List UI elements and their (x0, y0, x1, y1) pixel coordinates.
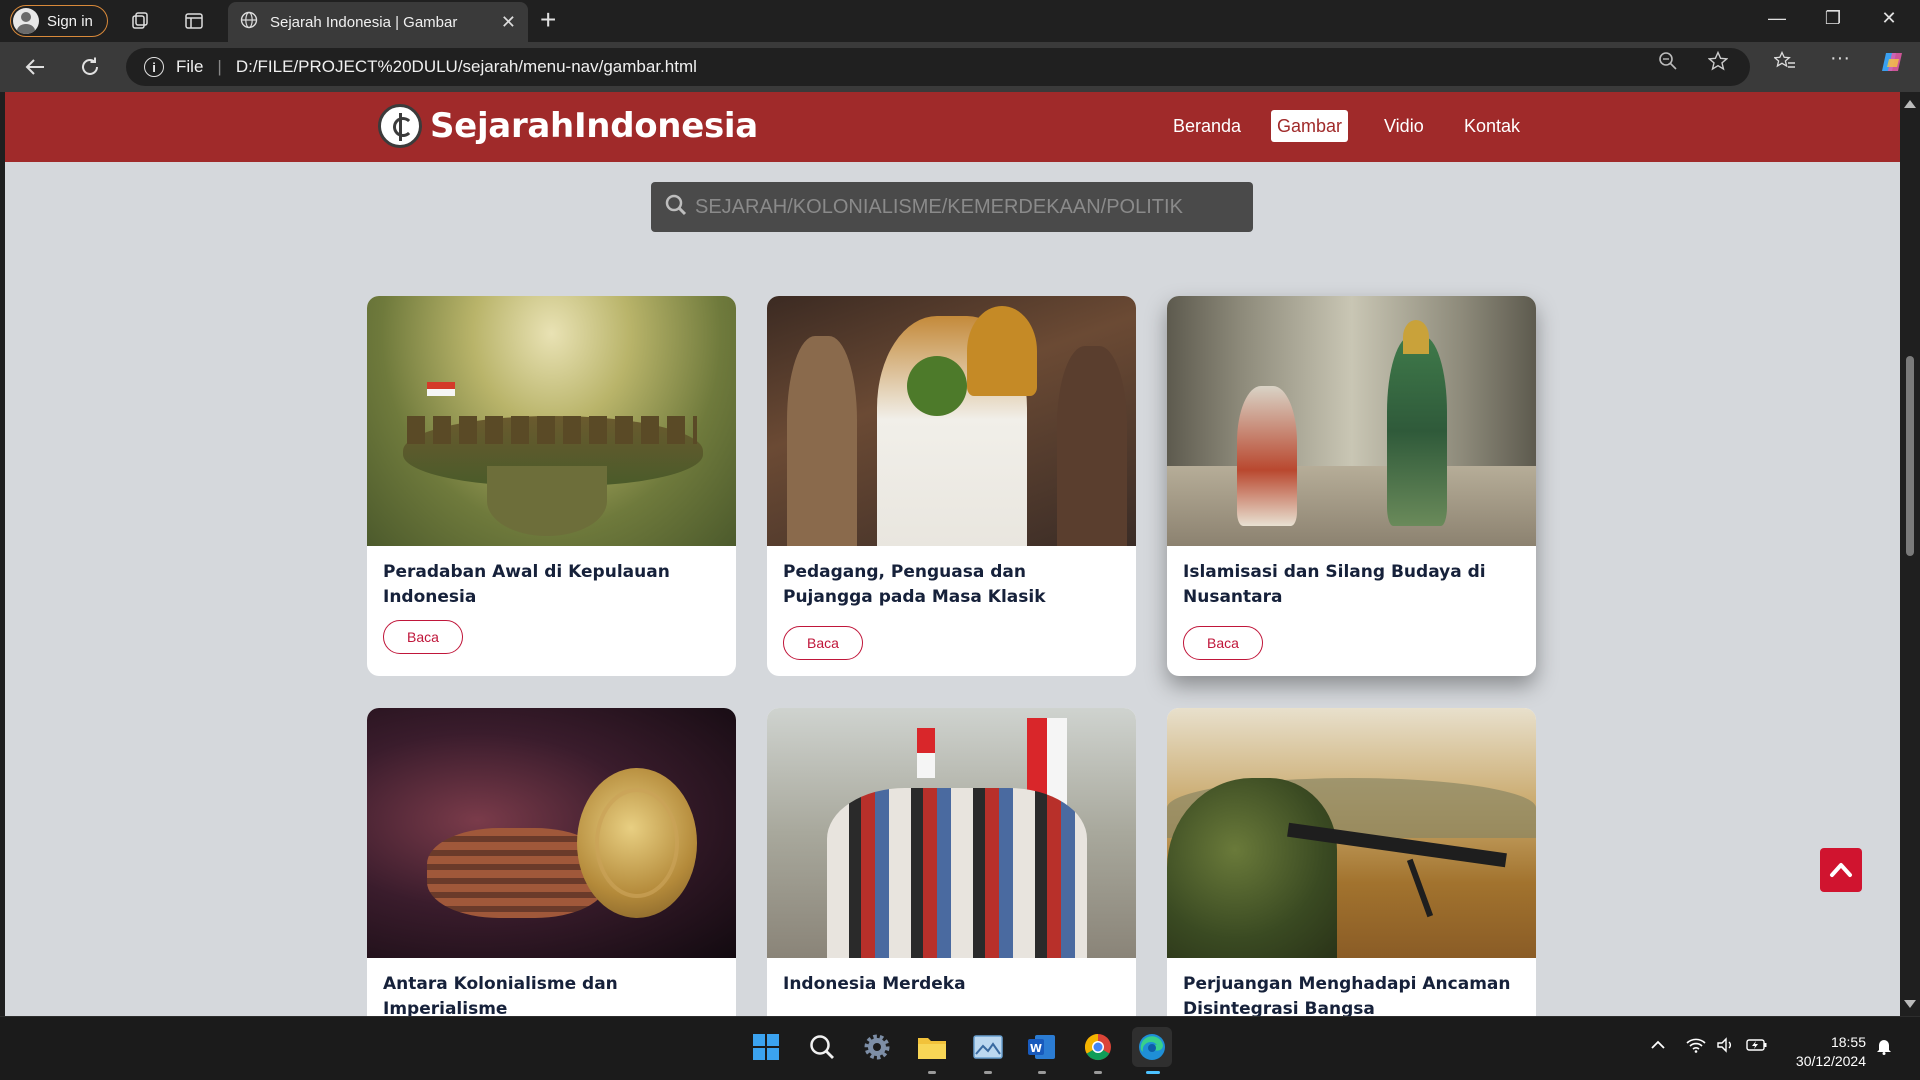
edge-icon[interactable] (1132, 1027, 1172, 1067)
tab-title: Sejarah Indonesia | Gambar (270, 13, 458, 31)
system-clock[interactable]: 18:55 30/12/2024 (1786, 1033, 1866, 1071)
card-image-islamisasi[interactable] (1167, 296, 1536, 546)
search-input[interactable] (695, 195, 1253, 219)
taskbar-search-icon[interactable] (802, 1027, 842, 1067)
site-info-icon[interactable]: i (144, 57, 164, 77)
card-title: Pedagang, Penguasa dan Pujangga pada Mas… (783, 562, 1046, 607)
card-title: Perjuangan Menghadapi Ancaman Disintegra… (1183, 974, 1511, 1016)
nav-beranda[interactable]: Beranda (1167, 110, 1247, 142)
article-card: Islamisasi dan Silang Budaya di Nusantar… (1167, 296, 1536, 676)
page-viewport: SejarahIndonesia Beranda Gambar Vidio Ko… (5, 92, 1900, 1016)
article-card: Peradaban Awal di Kepulauan Indonesia Ba… (367, 296, 736, 676)
nav-kontak[interactable]: Kontak (1458, 110, 1526, 142)
card-title: Antara Kolonialisme dan Imperialisme (383, 974, 618, 1016)
site-navbar: SejarahIndonesia Beranda Gambar Vidio Ko… (5, 92, 1900, 162)
tab-actions-icon[interactable] (182, 9, 206, 33)
notification-bell-icon[interactable] (1876, 1037, 1892, 1058)
read-button[interactable]: Baca (1183, 626, 1263, 660)
restore-icon[interactable]: ❐ (1810, 8, 1856, 29)
browser-tab-bar: Sign in Sejarah Indonesia | Gambar ✕ + —… (0, 0, 1920, 42)
scroll-down-arrow-icon[interactable] (1904, 1000, 1916, 1008)
brand-name: SejarahIndonesia (430, 106, 758, 146)
word-running-indicator (1038, 1071, 1046, 1074)
card-image-kolonialisme[interactable] (367, 708, 736, 958)
read-button[interactable]: Baca (383, 620, 463, 654)
zoom-icon[interactable] (1658, 51, 1678, 71)
address-bar[interactable]: i File | D:/FILE/PROJECT%20DULU/sejarah/… (126, 48, 1750, 86)
article-card: Indonesia Merdeka (767, 708, 1136, 1016)
card-title: Indonesia Merdeka (783, 974, 966, 994)
clock-time: 18:55 (1830, 1034, 1866, 1050)
battery-icon[interactable] (1746, 1037, 1768, 1056)
wifi-icon[interactable] (1686, 1037, 1706, 1056)
clock-date: 30/12/2024 (1795, 1053, 1866, 1069)
file-explorer-icon[interactable] (912, 1027, 952, 1067)
search-icon (665, 194, 687, 221)
address-file-label: File (176, 57, 204, 76)
card-image-perjuangan[interactable] (1167, 708, 1536, 958)
svg-text:W: W (1030, 1042, 1042, 1055)
settings-gear-icon[interactable] (857, 1027, 897, 1067)
card-image-pedagang[interactable] (767, 296, 1136, 546)
word-icon[interactable]: W (1022, 1027, 1062, 1067)
sign-in-button[interactable]: Sign in (10, 5, 108, 37)
nav-gambar[interactable]: Gambar (1271, 110, 1349, 142)
card-title: Peradaban Awal di Kepulauan Indonesia (383, 562, 670, 607)
address-separator: | (217, 57, 222, 76)
globe-icon (240, 11, 258, 33)
photos-running-indicator (984, 1071, 992, 1074)
windows-start-icon[interactable] (746, 1027, 786, 1067)
minimize-icon[interactable]: — (1754, 8, 1800, 29)
refresh-icon[interactable] (77, 54, 103, 80)
close-tab-icon[interactable]: ✕ (501, 12, 516, 33)
favorites-list-icon[interactable] (1773, 50, 1795, 71)
address-bar-row: i File | D:/FILE/PROJECT%20DULU/sejarah/… (0, 42, 1920, 92)
photos-icon[interactable] (968, 1027, 1008, 1067)
back-icon[interactable] (22, 54, 48, 80)
scroll-up-arrow-icon[interactable] (1904, 100, 1916, 108)
explorer-running-indicator (928, 1071, 936, 1074)
article-card: Pedagang, Penguasa dan Pujangga pada Mas… (767, 296, 1136, 676)
chrome-running-indicator (1094, 1071, 1102, 1074)
page-scrollbar[interactable] (1900, 92, 1920, 1016)
edge-active-indicator (1146, 1071, 1160, 1074)
show-hidden-icons[interactable] (1650, 1037, 1666, 1056)
volume-icon[interactable] (1716, 1037, 1736, 1056)
browser-tab-active[interactable]: Sejarah Indonesia | Gambar ✕ (228, 2, 528, 42)
more-options-icon[interactable]: ··· (1830, 48, 1850, 71)
card-title: Islamisasi dan Silang Budaya di Nusantar… (1183, 562, 1486, 607)
scroll-to-top-button[interactable] (1820, 848, 1862, 892)
article-card: Antara Kolonialisme dan Imperialisme (367, 708, 736, 1016)
avatar-icon (13, 8, 39, 34)
chrome-icon[interactable] (1078, 1027, 1118, 1067)
card-image-peradaban[interactable] (367, 296, 736, 546)
search-bar (651, 182, 1253, 232)
read-button[interactable]: Baca (783, 626, 863, 660)
workspaces-icon[interactable] (128, 9, 152, 33)
site-logo-icon (378, 104, 422, 148)
new-tab-button[interactable]: + (540, 6, 556, 34)
card-image-merdeka[interactable] (767, 708, 1136, 958)
favorite-star-icon[interactable] (1707, 50, 1729, 71)
brand[interactable]: SejarahIndonesia (378, 104, 758, 148)
sign-in-label: Sign in (47, 12, 93, 30)
nav-vidio[interactable]: Vidio (1378, 110, 1430, 142)
address-url[interactable]: D:/FILE/PROJECT%20DULU/sejarah/menu-nav/… (236, 57, 1750, 77)
copilot-icon[interactable] (1880, 49, 1906, 75)
taskbar: W 18:55 30/12/2024 (0, 1016, 1920, 1080)
scrollbar-thumb[interactable] (1906, 356, 1914, 556)
article-card: Perjuangan Menghadapi Ancaman Disintegra… (1167, 708, 1536, 1016)
close-window-icon[interactable]: ✕ (1866, 8, 1912, 29)
